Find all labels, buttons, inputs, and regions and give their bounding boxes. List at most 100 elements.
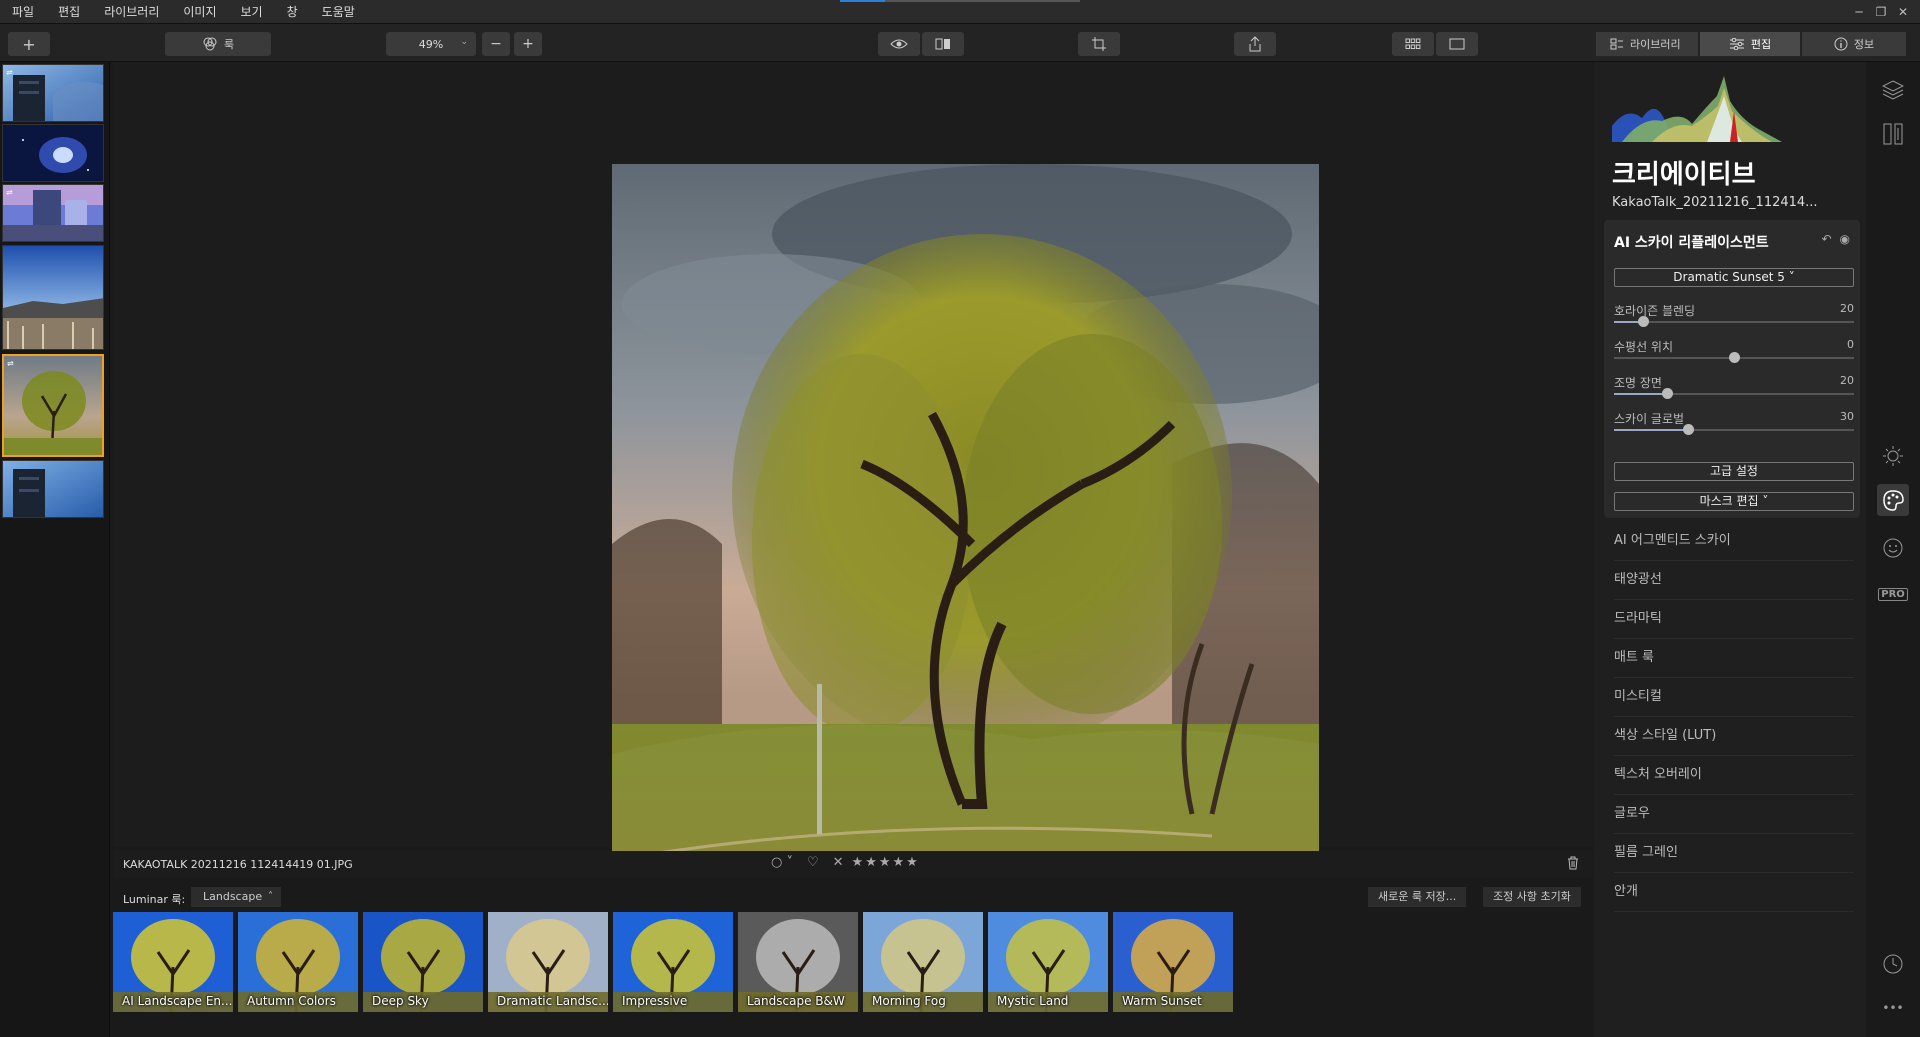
looks-presets: AI Landscape En... Autumn Colors Deep Sky D… [113, 912, 1238, 1012]
mode-tabs: 라이브러리 편집 정보 [1596, 32, 1908, 56]
tool-list-item[interactable]: 매트 룩 [1614, 639, 1854, 678]
tool-category-bar: PRO ••• [1866, 62, 1920, 1037]
close-button[interactable]: ✕ [1892, 0, 1914, 24]
look-preset[interactable]: Deep Sky [363, 912, 483, 1012]
pro-tools-icon[interactable]: PRO [1878, 582, 1908, 606]
edit-panel: 크리에이티브 KakaoTalk_20211216_112414... AI 스… [1594, 62, 1866, 1037]
star-rating[interactable]: ★★★★★ [852, 855, 920, 870]
tool-title: AI 스카이 리플레이스먼트 [1614, 235, 1769, 251]
creative-palette-icon[interactable] [1877, 484, 1909, 516]
slider-horizon-position[interactable]: 수평선 위치 0 [1614, 338, 1854, 368]
look-preset[interactable]: Landscape B&W [738, 912, 858, 1012]
thumbnail[interactable] [2, 124, 104, 182]
tool-list-item[interactable]: 드라마틱 [1614, 600, 1854, 639]
slider-horizon-blending[interactable]: 호라이즌 블렌딩 20 [1614, 302, 1854, 332]
look-preset[interactable]: Morning Fog [863, 912, 983, 1012]
menu-item[interactable]: 도움말 [310, 0, 367, 24]
crop-button[interactable] [1078, 32, 1120, 56]
library-icon [1610, 38, 1623, 50]
look-preset[interactable]: Autumn Colors [238, 912, 358, 1012]
menu-item[interactable]: 이미지 [171, 0, 228, 24]
tool-list-item[interactable]: 필름 그레인 [1614, 834, 1854, 873]
look-preset[interactable]: Mystic Land [988, 912, 1108, 1012]
zoom-in-button[interactable]: + [514, 32, 542, 56]
slider-sky-global[interactable]: 스카이 글로벌 30 [1614, 410, 1854, 440]
trash-icon[interactable] [1567, 856, 1579, 874]
chevron-up-icon: ˄ [268, 891, 273, 902]
preview-button[interactable] [878, 32, 920, 56]
slider-scene-relight[interactable]: 조명 장면 20 [1614, 374, 1854, 404]
menu-item[interactable]: 편집 [46, 0, 92, 24]
portrait-face-icon[interactable] [1881, 536, 1905, 560]
image-filename: KAKAOTALK 20211216 112414419 01.JPG [123, 858, 353, 871]
advanced-settings-button[interactable]: 고급 설정 [1614, 462, 1854, 481]
more-options-icon[interactable]: ••• [1881, 996, 1905, 1020]
toolbar: + 룩 49% ⌄ − + 라이브러리 편집 정보 [0, 24, 1920, 62]
zoom-select[interactable]: 49% ⌄ [386, 32, 476, 56]
share-icon [1249, 36, 1261, 52]
sky-select[interactable]: Dramatic Sunset 5 ˅ [1614, 268, 1854, 287]
looks-category-select[interactable]: Landscape ˄ [191, 887, 281, 907]
tool-list-item[interactable]: AI 어그멘티드 스카이 [1614, 522, 1854, 561]
compare-icon [935, 38, 950, 50]
menu-bar: 파일 편집 라이브러리 이미지 보기 창 도움말 ─ ❐ ✕ [0, 0, 1920, 24]
tool-list-item[interactable]: 색상 스타일 (LUT) [1614, 717, 1854, 756]
look-preset-label: Warm Sunset [1122, 994, 1202, 1008]
mask-edit-button[interactable]: 마스크 편집 ˅ [1614, 492, 1854, 511]
undo-icon[interactable]: ↶ [1821, 232, 1831, 246]
rating-controls: ○ ˅ ♡ ✕ ★★★★★ [771, 855, 928, 870]
tab-edit[interactable]: 편집 [1700, 32, 1800, 56]
tool-list-item[interactable]: 텍스처 오버레이 [1614, 756, 1854, 795]
main-photo[interactable] [612, 164, 1319, 871]
history-clock-icon[interactable] [1881, 952, 1905, 976]
tab-info[interactable]: 정보 [1802, 32, 1906, 56]
panel-title: 크리에이티브 [1612, 160, 1756, 190]
visibility-toggle-icon[interactable]: ◉ [1840, 232, 1850, 246]
thumbnail[interactable] [2, 460, 104, 518]
single-view-icon [1449, 38, 1465, 50]
essentials-sun-icon[interactable] [1881, 444, 1905, 468]
sky-replacement-tool: AI 스카이 리플레이스먼트 ↶ ◉ Dramatic Sunset 5 ˅ 호… [1604, 220, 1860, 518]
add-button[interactable]: + [8, 32, 50, 56]
image-canvas[interactable] [113, 62, 1593, 871]
reset-adjustments-button[interactable]: 조정 사항 초기화 [1483, 887, 1581, 907]
look-preset[interactable]: Impressive [613, 912, 733, 1012]
look-preset-label: Landscape B&W [747, 994, 845, 1008]
single-view-button[interactable] [1436, 32, 1478, 56]
tool-list-item[interactable]: 미스티컬 [1614, 678, 1854, 717]
menu-item[interactable]: 창 [275, 0, 310, 24]
minimize-button[interactable]: ─ [1848, 0, 1870, 24]
grid-view-button[interactable] [1392, 32, 1434, 56]
menu-item[interactable]: 보기 [229, 0, 275, 24]
maximize-button[interactable]: ❐ [1870, 0, 1892, 24]
compare-button[interactable] [922, 32, 964, 56]
look-preset[interactable]: AI Landscape En... [113, 912, 233, 1012]
tab-library[interactable]: 라이브러리 [1596, 32, 1698, 56]
tool-list-item[interactable]: 안개 [1614, 873, 1854, 912]
canvas-tools-icon[interactable] [1881, 122, 1905, 146]
look-preset[interactable]: Dramatic Landsc... [488, 912, 608, 1012]
tool-list-item[interactable]: 글로우 [1614, 795, 1854, 834]
save-look-button[interactable]: 새로운 룩 저장... [1368, 887, 1467, 907]
thumbnail-selected[interactable]: ⇌ [2, 354, 104, 457]
thumbnail[interactable]: ⇌ [2, 64, 104, 122]
chevron-down-icon: ⌄ [460, 37, 468, 47]
heart-icon[interactable]: ♡ [807, 855, 819, 870]
info-icon [1834, 37, 1848, 51]
export-button[interactable] [1234, 32, 1276, 56]
flag-selector[interactable]: ○ ˅ [771, 855, 793, 870]
looks-label: Luminar 룩: [123, 893, 186, 906]
tool-list-item[interactable]: 태양광선 [1614, 561, 1854, 600]
layers-icon[interactable] [1881, 78, 1905, 102]
reject-icon[interactable]: ✕ [833, 855, 844, 870]
thumbnail[interactable] [2, 245, 104, 350]
look-preset-label: Mystic Land [997, 994, 1069, 1008]
zoom-out-button[interactable]: − [482, 32, 510, 56]
look-preset[interactable]: Warm Sunset [1113, 912, 1233, 1012]
menu-item[interactable]: 파일 [0, 0, 46, 24]
looks-button[interactable]: 룩 [165, 32, 271, 56]
svg-text:⇌: ⇌ [6, 188, 13, 197]
look-preset-label: Dramatic Landsc... [497, 994, 608, 1008]
menu-item[interactable]: 라이브러리 [92, 0, 171, 24]
thumbnail[interactable]: ⇌ [2, 184, 104, 242]
